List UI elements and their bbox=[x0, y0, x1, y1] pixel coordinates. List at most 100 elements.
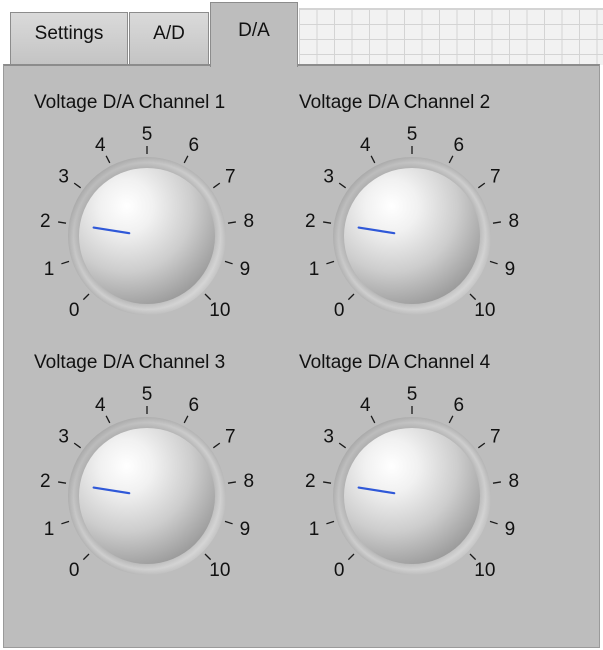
scale-tick bbox=[73, 442, 82, 449]
knob-dial[interactable]: 01 2 3 4 5 6 7 8 9 10 bbox=[299, 118, 539, 353]
da-tab-panel: Voltage D/A Channel 1 0 1 2 3 4 5 6 7 8 9 10 Volta… bbox=[3, 64, 600, 648]
scale-label: 8 bbox=[243, 471, 254, 492]
knob-dial[interactable]: 01 2 3 4 5 6 7 8 9 10 bbox=[299, 378, 539, 613]
scale-label: 5 bbox=[407, 124, 418, 145]
scale-label: 4 bbox=[360, 395, 371, 416]
knob-group-channel-1: Voltage D/A Channel 1 0 1 2 3 4 5 6 7 8 9 10 bbox=[34, 92, 304, 362]
scale-label: 2 bbox=[305, 211, 316, 232]
scale-label: 6 bbox=[453, 395, 464, 416]
scale-label: 10 bbox=[209, 300, 230, 321]
knob-title: Voltage D/A Channel 4 bbox=[299, 352, 491, 373]
scale-label: 7 bbox=[490, 166, 501, 187]
scale-tick bbox=[469, 553, 477, 561]
scale-tick bbox=[347, 553, 355, 561]
knob-dial[interactable]: 01 2 3 4 5 6 7 8 9 10 bbox=[34, 118, 274, 353]
scale-label: 6 bbox=[188, 395, 199, 416]
scale-label: 6 bbox=[188, 135, 199, 156]
scale-tick bbox=[73, 182, 82, 189]
knob-dial[interactable]: 01 2 3 4 5 6 7 8 9 10 bbox=[34, 378, 274, 613]
scale-label: 9 bbox=[240, 519, 251, 540]
tab-ad-label: A/D bbox=[153, 23, 185, 44]
knob-face bbox=[79, 168, 215, 304]
knob-title: Voltage D/A Channel 3 bbox=[34, 352, 226, 373]
scale-label: 7 bbox=[225, 166, 236, 187]
scale-tick bbox=[224, 520, 233, 525]
scale-tick bbox=[58, 481, 67, 484]
tab-ad[interactable]: A/D bbox=[129, 12, 209, 64]
tab-da-label: D/A bbox=[238, 20, 270, 41]
scale-tick bbox=[477, 182, 486, 189]
tab-bar: Settings A/D D/A bbox=[0, 0, 603, 70]
scale-tick bbox=[338, 182, 347, 189]
knob-title: Voltage D/A Channel 1 bbox=[34, 92, 226, 113]
scale-label: 3 bbox=[58, 166, 69, 187]
scale-label: 1 bbox=[309, 519, 320, 540]
scale-tick bbox=[489, 520, 498, 525]
scale-label: 10 bbox=[474, 560, 495, 581]
scale-label: 0 bbox=[69, 300, 80, 321]
scale-label: 10 bbox=[474, 300, 495, 321]
scale-label: 4 bbox=[95, 395, 106, 416]
knob-face bbox=[344, 168, 480, 304]
scale-label: 8 bbox=[508, 471, 519, 492]
scale-label: 2 bbox=[40, 471, 51, 492]
scale-label: 4 bbox=[95, 135, 106, 156]
scale-tick bbox=[224, 260, 233, 265]
scale-label: 3 bbox=[323, 426, 334, 447]
tab-strip-empty-area bbox=[299, 8, 603, 65]
scale-label: 8 bbox=[243, 211, 254, 232]
scale-label: 2 bbox=[305, 471, 316, 492]
scale-tick bbox=[183, 155, 189, 164]
scale-tick bbox=[105, 415, 111, 424]
tab-da[interactable]: D/A bbox=[210, 2, 298, 67]
scale-label: 7 bbox=[225, 426, 236, 447]
scale-label: 4 bbox=[360, 135, 371, 156]
scale-label: 9 bbox=[505, 259, 516, 280]
scale-tick bbox=[469, 293, 477, 301]
scale-label: 7 bbox=[490, 426, 501, 447]
scale-tick bbox=[338, 442, 347, 449]
knob-group-channel-2: Voltage D/A Channel 2 0 1 2 3 4 5 6 7 8 9 10 bbox=[299, 92, 569, 362]
scale-label: 5 bbox=[407, 384, 418, 405]
scale-tick bbox=[82, 293, 90, 301]
scale-label: 3 bbox=[323, 166, 334, 187]
scale-label: 9 bbox=[240, 259, 251, 280]
scale-tick bbox=[204, 293, 212, 301]
scale-label: 3 bbox=[58, 426, 69, 447]
scale-tick bbox=[61, 520, 70, 525]
knob-group-channel-3: Voltage D/A Channel 3 0 1 2 3 4 5 6 7 8 9 10 bbox=[34, 352, 304, 622]
scale-tick bbox=[370, 155, 376, 164]
knob-title: Voltage D/A Channel 2 bbox=[299, 92, 491, 113]
scale-tick bbox=[183, 415, 189, 424]
scale-label: 1 bbox=[44, 259, 55, 280]
scale-label: 6 bbox=[453, 135, 464, 156]
knob-face bbox=[79, 428, 215, 564]
scale-label: 0 bbox=[334, 560, 345, 581]
scale-label: 8 bbox=[508, 211, 519, 232]
scale-tick bbox=[347, 293, 355, 301]
knob-face bbox=[344, 428, 480, 564]
scale-tick bbox=[323, 221, 332, 224]
scale-tick bbox=[227, 481, 236, 484]
scale-tick bbox=[323, 481, 332, 484]
scale-label: 10 bbox=[209, 560, 230, 581]
scale-tick bbox=[477, 442, 486, 449]
scale-tick bbox=[204, 553, 212, 561]
scale-tick bbox=[326, 520, 335, 525]
scale-tick bbox=[212, 182, 221, 189]
scale-tick bbox=[61, 260, 70, 265]
scale-tick bbox=[489, 260, 498, 265]
tab-settings-label: Settings bbox=[34, 23, 104, 44]
knob-group-channel-4: Voltage D/A Channel 4 0 1 2 3 4 5 6 7 8 9 10 bbox=[299, 352, 569, 622]
scale-tick bbox=[448, 415, 454, 424]
scale-tick bbox=[58, 221, 67, 224]
tab-settings[interactable]: Settings bbox=[10, 12, 128, 64]
scale-tick bbox=[105, 155, 111, 164]
scale-tick bbox=[370, 415, 376, 424]
scale-label: 0 bbox=[334, 300, 345, 321]
scale-label: 1 bbox=[309, 259, 320, 280]
scale-tick bbox=[492, 221, 501, 224]
scale-label: 0 bbox=[69, 560, 80, 581]
scale-label: 9 bbox=[505, 519, 516, 540]
scale-tick bbox=[82, 553, 90, 561]
